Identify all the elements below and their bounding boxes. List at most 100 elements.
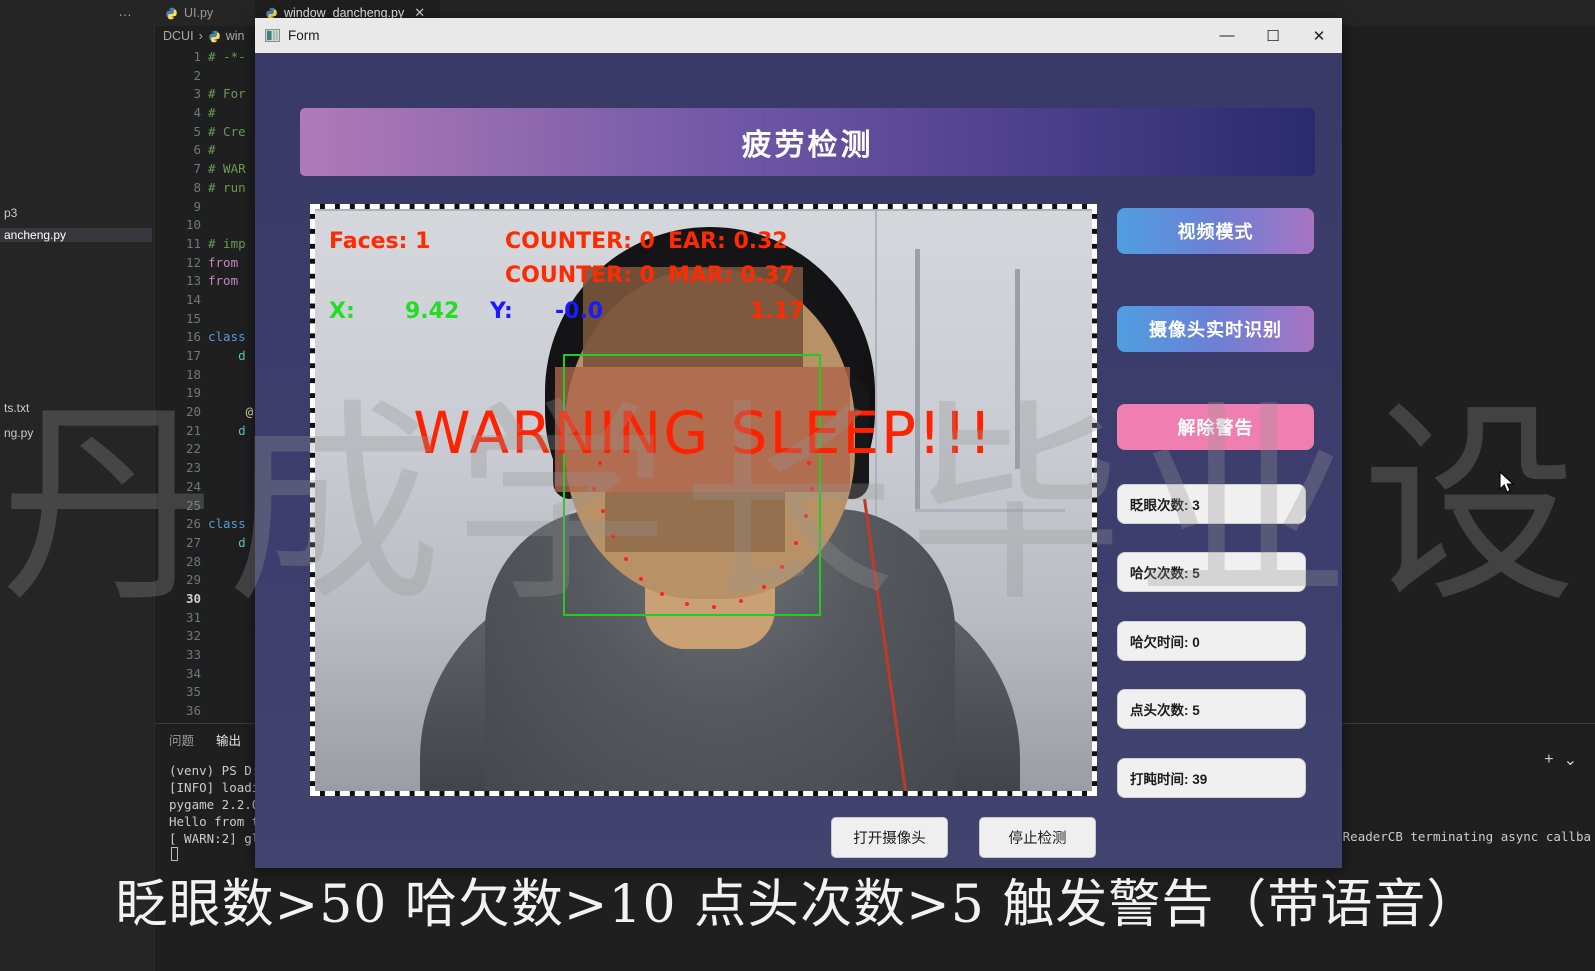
terminal-cursor: [171, 847, 178, 861]
status-field-0: 眨眼次数: 3: [1117, 484, 1306, 524]
line-number: 3: [193, 86, 201, 102]
line-number: 16: [185, 329, 201, 345]
panel-tab[interactable]: 问题: [169, 730, 194, 749]
breadcrumb-separator: ›: [198, 29, 203, 43]
stop-detection-button[interactable]: 停止检测: [979, 817, 1096, 858]
control-button-2[interactable]: 解除警告: [1117, 404, 1314, 450]
line-number: 18: [185, 366, 201, 382]
video-canvas: Faces: 1 COUNTER: 0 EAR: 0.32 COUNTER: 0…: [315, 209, 1092, 791]
line-number: 34: [185, 665, 201, 681]
overlay-sleep-warning: WARNING SLEEP!!!: [413, 399, 994, 467]
line-number: 6: [193, 142, 201, 158]
overlay-y-label: Y:: [490, 299, 513, 324]
sidebar-more-actions-icon[interactable]: …: [118, 3, 133, 19]
python-file-icon: [166, 7, 177, 19]
wall-edge: [315, 209, 1092, 211]
editor-tab[interactable]: UI.py: [155, 0, 255, 26]
line-number: 20: [185, 404, 201, 420]
status-field-2: 哈欠时间: 0: [1117, 621, 1306, 661]
status-field-1: 哈欠次数: 5: [1117, 552, 1306, 592]
breadcrumb-file[interactable]: win: [226, 29, 245, 43]
terminal-output[interactable]: (venv) PS D: [INFO] loadi pygame 2.2.0 Hell…: [169, 762, 259, 847]
landmark-point: [762, 585, 766, 589]
line-number: 1: [193, 49, 201, 64]
overlay-x-value: 9.42: [405, 299, 460, 324]
line-number: 5: [193, 123, 201, 139]
line-number: 14: [185, 291, 201, 307]
python-file-icon: [209, 30, 220, 42]
line-number: 4: [193, 105, 201, 121]
fatigue-detection-window: Form — ☐ ✕ 疲劳检测 Faces: 1 COUNTER: 0 EAR:…: [255, 18, 1515, 868]
file-list-item[interactable]: p3: [0, 206, 152, 220]
file-list-item[interactable]: ts.txt: [0, 401, 152, 415]
application-icon: [265, 29, 280, 42]
line-number: 2: [193, 67, 201, 83]
line-number: 32: [185, 628, 201, 644]
terminal-line: [INFO] loadi: [169, 780, 260, 795]
breadcrumb[interactable]: DCUI › win: [163, 29, 245, 43]
window-titlebar[interactable]: Form — ☐ ✕: [255, 18, 1342, 53]
landmark-point: [611, 534, 615, 538]
file-name: ancheng.py: [4, 228, 67, 242]
overlay-x-label: X:: [329, 299, 355, 324]
line-number: 30: [185, 590, 201, 606]
overlay-mar-value: MAR: 0.37: [668, 263, 795, 288]
control-button-1[interactable]: 摄像头实时识别: [1117, 306, 1314, 352]
line-number: 23: [185, 460, 201, 476]
line-number: 19: [185, 385, 201, 401]
landmark-point: [780, 565, 784, 569]
line-number: 7: [193, 161, 201, 177]
page-title: 疲劳检测: [741, 129, 874, 162]
open-camera-button[interactable]: 打开摄像头: [831, 817, 948, 858]
maximize-button[interactable]: ☐: [1250, 18, 1296, 53]
add-terminal-icon[interactable]: +: [1544, 751, 1553, 769]
face-bounding-box: [563, 354, 821, 616]
terminal-overflow-line: eReaderCB terminating async callba: [1335, 829, 1591, 844]
file-list-item[interactable]: ng.py: [0, 426, 152, 440]
window-body: 疲劳检测 Faces: 1 COUNTER: 0 EAR: 0.32 COUNT…: [255, 53, 1515, 868]
overlay-y-value: -0.0: [555, 299, 604, 324]
explorer-sidebar: [0, 0, 155, 971]
line-number: 36: [185, 703, 201, 719]
chevron-down-icon[interactable]: ⌄: [1564, 750, 1577, 770]
line-number: 8: [193, 179, 201, 195]
file-name: ts.txt: [4, 401, 30, 415]
line-number: 24: [185, 478, 201, 494]
app-header-banner: 疲劳检测: [300, 108, 1315, 176]
file-list-item[interactable]: ancheng.py: [0, 228, 152, 242]
landmark-point: [739, 599, 743, 603]
terminal-line: pygame 2.2.0: [169, 797, 260, 812]
landmark-point: [712, 605, 716, 609]
line-number: 26: [185, 516, 201, 532]
panel-tab[interactable]: 输出: [216, 730, 241, 749]
panel-actions: + ⌄: [1544, 750, 1577, 770]
minimize-button[interactable]: —: [1204, 18, 1250, 53]
video-preview[interactable]: Faces: 1 COUNTER: 0 EAR: 0.32 COUNTER: 0…: [310, 204, 1097, 796]
line-number: 15: [185, 310, 201, 326]
overlay-faces-count: Faces: 1: [329, 229, 431, 254]
breadcrumb-root[interactable]: DCUI: [163, 29, 194, 43]
landmark-point: [601, 509, 605, 513]
overlay-eye-counter: COUNTER: 0: [505, 229, 655, 254]
landmark-point: [810, 487, 814, 491]
status-field-3: 点头次数: 5: [1117, 689, 1306, 729]
landmark-point: [804, 514, 808, 518]
shelf-rod: [1015, 269, 1020, 469]
line-number: 31: [185, 609, 201, 625]
shelf-rod: [915, 249, 920, 509]
terminal-line: [ WARN:2] gl: [169, 831, 260, 846]
line-number: 29: [185, 572, 201, 588]
line-number: 11: [185, 235, 201, 251]
shelf-bar: [915, 509, 1065, 512]
landmark-point: [685, 602, 689, 606]
line-number: 22: [185, 441, 201, 457]
landmark-point: [624, 557, 628, 561]
window-title: Form: [288, 28, 320, 43]
control-button-0[interactable]: 视频模式: [1117, 208, 1314, 254]
line-number: 9: [193, 198, 201, 214]
overlay-z-value: 1.17: [750, 299, 805, 324]
terminal-line: Hello from t: [169, 814, 260, 829]
close-button[interactable]: ✕: [1296, 18, 1342, 53]
file-name: ng.py: [4, 426, 34, 440]
line-number: 33: [185, 647, 201, 662]
